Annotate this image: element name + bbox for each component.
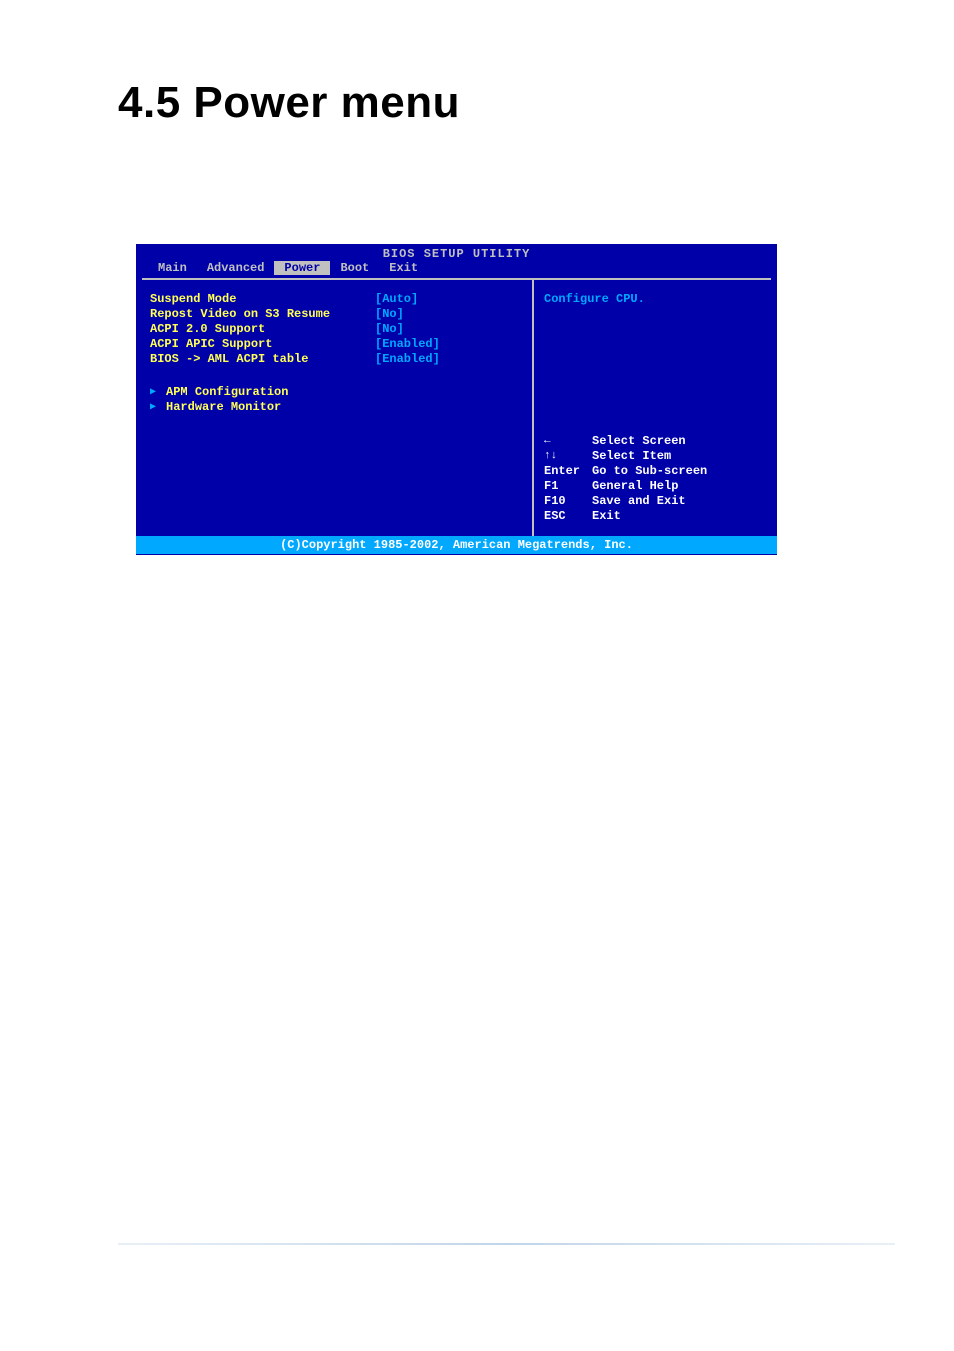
option-label: Repost Video on S3 Resume — [150, 307, 375, 322]
bios-help-panel: Configure CPU. ← Select Screen ↑↓ Select… — [534, 280, 771, 536]
option-value: [No] — [375, 322, 404, 337]
triangle-right-icon: ▶ — [150, 400, 156, 415]
nav-row: F1 General Help — [544, 479, 761, 494]
nav-key: ESC — [544, 509, 592, 524]
nav-key: Enter — [544, 464, 592, 479]
tab-main[interactable]: Main — [148, 261, 197, 275]
tab-boot[interactable]: Boot — [330, 261, 379, 275]
tab-exit[interactable]: Exit — [379, 261, 428, 275]
option-label: Suspend Mode — [150, 292, 375, 307]
nav-desc: General Help — [592, 479, 678, 494]
option-row[interactable]: BIOS -> AML ACPI table [Enabled] — [150, 352, 524, 367]
nav-row: F10 Save and Exit — [544, 494, 761, 509]
bios-main-panel: Suspend Mode [Auto] Repost Video on S3 R… — [142, 280, 534, 536]
nav-desc: Save and Exit — [592, 494, 686, 509]
option-row[interactable]: Suspend Mode [Auto] — [150, 292, 524, 307]
bios-copyright: (C)Copyright 1985-2002, American Megatre… — [136, 536, 777, 554]
tab-advanced[interactable]: Advanced — [197, 261, 275, 275]
option-row[interactable]: ACPI 2.0 Support [No] — [150, 322, 524, 337]
option-label: ACPI APIC Support — [150, 337, 375, 352]
tab-power[interactable]: Power — [274, 261, 330, 275]
bios-tab-bar: Main Advanced Power Boot Exit — [136, 261, 777, 275]
arrow-left-icon: ← — [544, 434, 592, 449]
nav-desc: Exit — [592, 509, 621, 524]
submenu-label: Hardware Monitor — [166, 400, 281, 415]
bios-content: Suspend Mode [Auto] Repost Video on S3 R… — [142, 278, 771, 536]
footer-divider — [118, 1243, 895, 1245]
triangle-right-icon: ▶ — [150, 385, 156, 400]
option-row[interactable]: ACPI APIC Support [Enabled] — [150, 337, 524, 352]
submenu-row[interactable]: ▶ Hardware Monitor — [150, 400, 524, 415]
nav-row: ESC Exit — [544, 509, 761, 524]
help-text: Configure CPU. — [544, 292, 761, 306]
nav-desc: Select Item — [592, 449, 671, 464]
option-value: [Enabled] — [375, 337, 440, 352]
option-value: [No] — [375, 307, 404, 322]
nav-help-block: ← Select Screen ↑↓ Select Item Enter Go … — [544, 434, 761, 524]
bios-title: BIOS SETUP UTILITY — [136, 244, 777, 261]
nav-row: Enter Go to Sub-screen — [544, 464, 761, 479]
option-label: ACPI 2.0 Support — [150, 322, 375, 337]
submenu-row[interactable]: ▶ APM Configuration — [150, 385, 524, 400]
nav-key: F1 — [544, 479, 592, 494]
option-label: BIOS -> AML ACPI table — [150, 352, 375, 367]
nav-row: ↑↓ Select Item — [544, 449, 761, 464]
nav-row: ← Select Screen — [544, 434, 761, 449]
bios-screenshot: BIOS SETUP UTILITY Main Advanced Power B… — [136, 244, 777, 555]
option-row[interactable]: Repost Video on S3 Resume [No] — [150, 307, 524, 322]
option-value: [Auto] — [375, 292, 418, 307]
submenu-label: APM Configuration — [166, 385, 288, 400]
nav-desc: Go to Sub-screen — [592, 464, 707, 479]
page-title: 4.5 Power menu — [118, 78, 460, 128]
arrow-updown-icon: ↑↓ — [544, 449, 592, 464]
nav-key: F10 — [544, 494, 592, 509]
nav-desc: Select Screen — [592, 434, 686, 449]
option-value: [Enabled] — [375, 352, 440, 367]
